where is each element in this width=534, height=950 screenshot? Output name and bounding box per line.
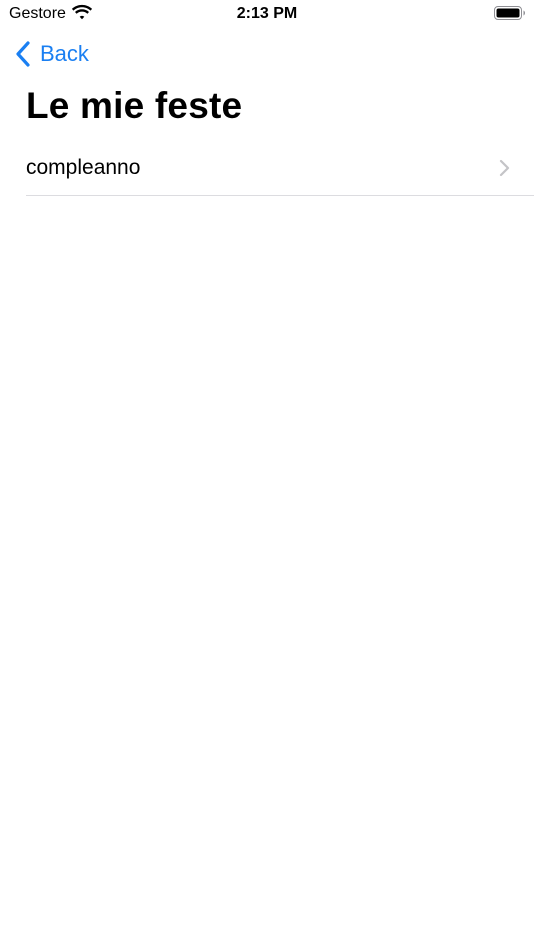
status-bar: Gestore 2:13 PM [0, 0, 534, 28]
battery-icon [494, 5, 526, 21]
row-separator [26, 195, 534, 196]
chevron-left-icon [16, 41, 30, 67]
party-list: compleanno [0, 141, 534, 196]
navigation-bar: Back [0, 32, 534, 76]
chevron-right-icon [498, 159, 510, 177]
status-time: 2:13 PM [236, 5, 298, 22]
list-item-label: compleanno [26, 156, 141, 179]
list-item[interactable]: compleanno [0, 141, 534, 196]
page-title: Le mie feste [26, 85, 243, 126]
back-button[interactable]: Back [14, 38, 89, 70]
back-label: Back [40, 41, 89, 66]
